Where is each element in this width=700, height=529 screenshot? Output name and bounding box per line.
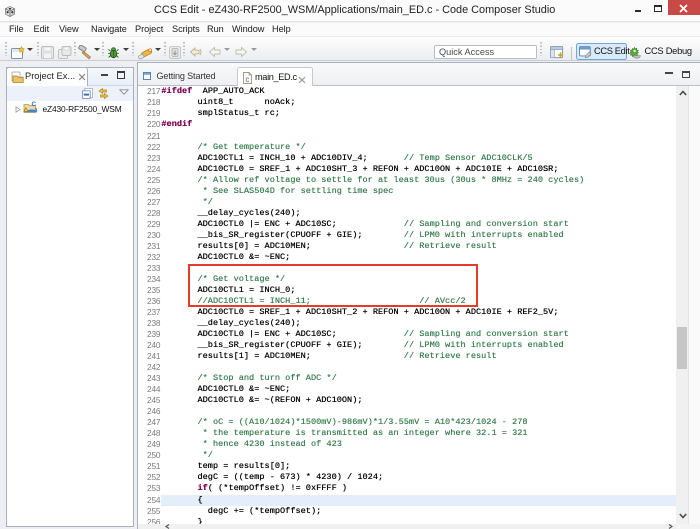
svg-text:c: c xyxy=(245,74,249,83)
svg-text:C: C xyxy=(31,101,36,108)
